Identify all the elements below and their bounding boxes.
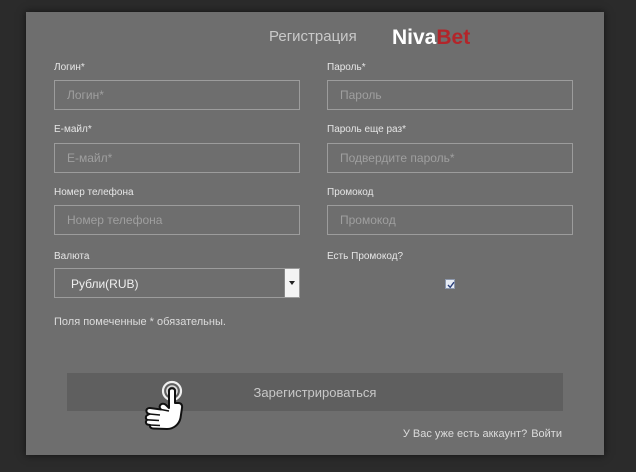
password-repeat-label: Пароль еще раз*	[327, 124, 406, 135]
email-label: Е-майл*	[54, 124, 92, 135]
checkmark-icon	[447, 281, 455, 289]
has-promo-checkbox[interactable]	[445, 279, 455, 289]
currency-select[interactable]: Рубли(RUB)	[54, 268, 300, 298]
has-promo-label: Есть Промокод?	[327, 251, 404, 262]
login-link[interactable]: Войти	[531, 428, 562, 440]
email-input[interactable]	[54, 143, 300, 173]
phone-input[interactable]	[54, 205, 300, 235]
logo-bet: Bet	[436, 26, 471, 49]
nivabet-logo: NivaBet	[392, 26, 470, 50]
login-input[interactable]	[54, 80, 300, 110]
logo-niva: Niva	[392, 26, 437, 49]
password-label: Пароль*	[327, 62, 366, 73]
promo-input[interactable]	[327, 205, 573, 235]
password-input[interactable]	[327, 80, 573, 110]
hand-pointer-icon	[144, 380, 184, 430]
have-account-text: У Вас уже есть аккаунт?	[402, 428, 528, 440]
currency-selected-value: Рубли(RUB)	[71, 277, 139, 291]
chevron-down-icon[interactable]	[284, 269, 299, 297]
phone-label: Номер телефона	[54, 187, 134, 198]
modal-title: Регистрация	[269, 28, 357, 45]
required-fields-note: Поля помеченные * обязательны.	[54, 316, 226, 328]
promo-label: Промокод	[327, 187, 374, 198]
registration-modal: Регистрация NivaBet Логин* Пароль* Е-май…	[26, 12, 604, 455]
modal-header: Регистрация NivaBet	[26, 26, 604, 56]
password-repeat-input[interactable]	[327, 143, 573, 173]
currency-label: Валюта	[54, 251, 90, 262]
have-account-line: У Вас уже есть аккаунт? Войти	[403, 428, 562, 440]
login-label: Логин*	[54, 62, 85, 73]
